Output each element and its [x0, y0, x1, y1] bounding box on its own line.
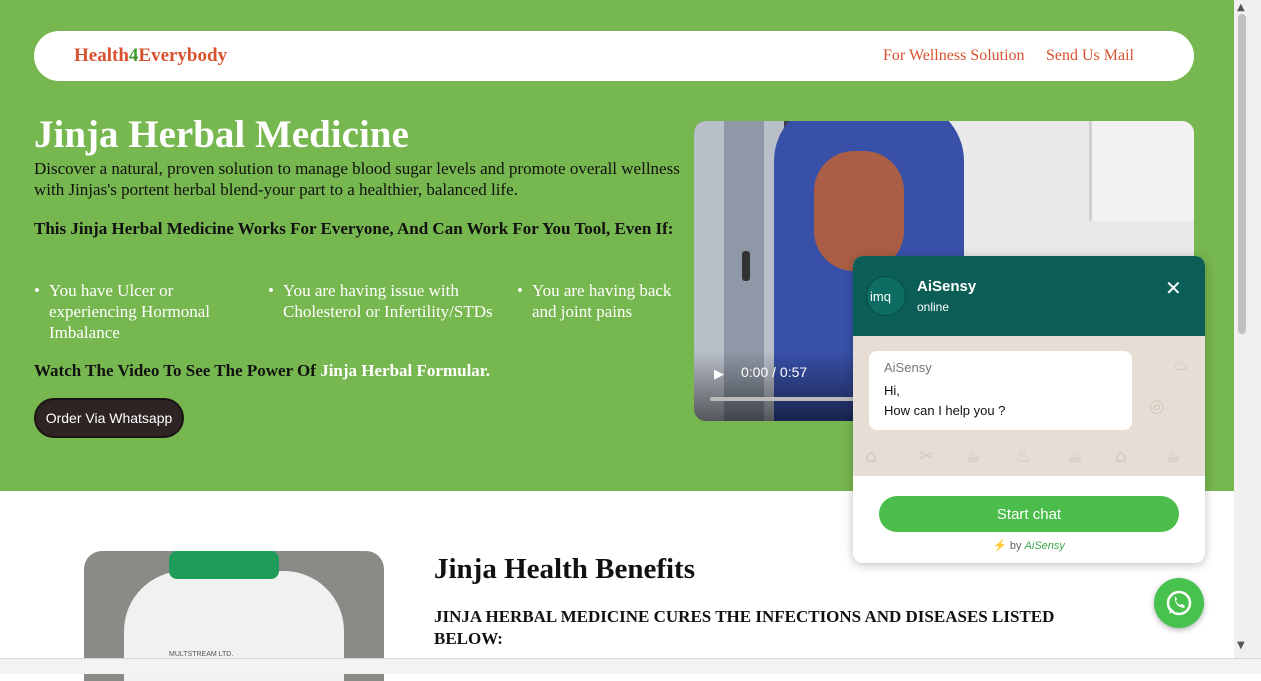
scroll-up-icon[interactable]: ▲: [1237, 2, 1245, 13]
hero-subheading: This Jinja Herbal Medicine Works For Eve…: [34, 219, 674, 238]
nav-link-wellness-solution[interactable]: For Wellness Solution: [883, 47, 1025, 65]
message-sender: AiSensy: [884, 360, 932, 375]
doodle-icon: ♨: [1173, 354, 1190, 375]
condition-item: • You have Ulcer or experiencing Hormonal…: [34, 281, 210, 342]
condition-item: • You are having back and joint pains: [517, 281, 672, 321]
product-brand-label: MULTSTREAM LTD.: [169, 651, 234, 658]
start-chat-button[interactable]: Start chat: [879, 496, 1179, 532]
condition-item: • You are having issue with Cholesterol o…: [268, 281, 493, 321]
doodle-icon: ✂: [919, 446, 935, 467]
chat-widget: imq AiSensy online ✕ ⌂ ✂ ☕ ♨ ☕ ⌂ ☕ ◎ ♨ A…: [853, 256, 1205, 563]
benefits-subtitle: JINJA HERBAL MEDICINE CURES THE INFECTIO…: [434, 607, 1055, 648]
site-logo[interactable]: Health4Everybody: [74, 45, 227, 67]
bolt-icon: ⚡: [993, 540, 1007, 552]
watch-video-text: Watch The Video To See The Power Of Jinj…: [34, 361, 491, 380]
doodle-icon: ⌂: [865, 446, 877, 467]
whatsapp-fab-button[interactable]: [1154, 578, 1204, 628]
doodle-icon: ☕: [965, 446, 982, 467]
navbar: Health4Everybody For Wellness Solution S…: [34, 31, 1194, 81]
browser-status-bar: [0, 658, 1261, 674]
scrollbar-thumb[interactable]: [1238, 14, 1246, 334]
video-time: 0:00 / 0:57: [741, 364, 808, 380]
doodle-icon: ☕: [1067, 446, 1084, 467]
chat-avatar: imq: [866, 276, 906, 316]
powered-by: ⚡ by AiSensy: [993, 540, 1065, 552]
chat-message-bubble: AiSensy Hi, How can I help you ?: [869, 351, 1132, 430]
close-icon[interactable]: ✕: [1165, 276, 1182, 300]
order-via-whatsapp-button[interactable]: Order Via Whatsapp: [34, 398, 184, 438]
chat-status: online: [917, 300, 950, 314]
benefits-title: Jinja Health Benefits: [434, 553, 695, 585]
whatsapp-icon: [1166, 590, 1192, 616]
doodle-icon: ◎: [1149, 396, 1165, 417]
message-text: Hi, How can I help you ?: [884, 383, 1006, 418]
nav-link-send-mail[interactable]: Send Us Mail: [1046, 47, 1134, 65]
chat-name: AiSensy: [917, 278, 977, 295]
doodle-icon: ⌂: [1115, 446, 1127, 467]
chat-body: ⌂ ✂ ☕ ♨ ☕ ⌂ ☕ ◎ ♨ AiSensy Hi, How can I …: [853, 336, 1205, 476]
hero-title: Jinja Herbal Medicine: [34, 113, 409, 156]
hero-description: Discover a natural, proven solution to m…: [34, 159, 680, 199]
doodle-icon: ♨: [1015, 446, 1032, 467]
chat-header: imq AiSensy online ✕: [853, 256, 1205, 336]
play-icon[interactable]: ▶: [714, 367, 724, 382]
doodle-icon: ☕: [1165, 446, 1182, 467]
scroll-down-icon[interactable]: ▼: [1237, 640, 1245, 651]
